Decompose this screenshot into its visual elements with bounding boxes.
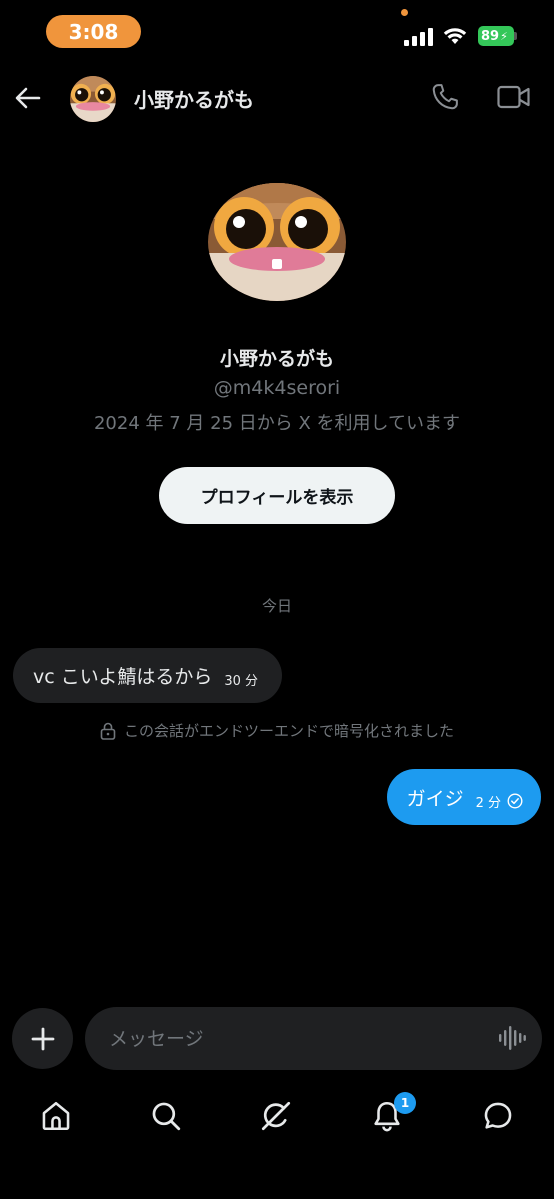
message-time: 2 分 [475,795,501,811]
message-bubble-outgoing[interactable]: ガイジ 2 分 [386,769,541,825]
nav-grok[interactable] [256,1096,296,1136]
profile-joined-date: 2024 年 7 月 25 日から X を利用しています [93,413,460,434]
back-arrow-icon[interactable] [12,82,44,114]
battery-indicator: 89 ⚡ [478,26,514,46]
battery-tip [514,32,517,40]
conversation-header: 小野かるがも [0,62,554,134]
avatar-image [208,183,346,301]
status-bar: 3:08 89 ⚡ [0,0,554,62]
charging-icon: ⚡ [500,29,508,43]
header-title[interactable]: 小野かるがも [134,84,254,113]
lock-icon [100,722,116,740]
wifi-icon [443,28,467,44]
home-icon [42,1101,70,1131]
grok-icon [261,1101,291,1131]
status-time: 3:08 [46,15,141,48]
messages-icon [484,1102,512,1129]
battery-level: 89 [481,28,500,44]
message-bubble-incoming[interactable]: vc こいよ鯖はるから 30 分 [13,648,283,703]
phone-call-icon[interactable] [430,82,460,112]
date-divider: 今日 [261,597,292,615]
profile-avatar[interactable] [208,183,346,301]
search-icon [152,1102,181,1131]
signal-icon [404,28,433,46]
encryption-notice: この会話がエンドツーエンドで暗号化されました [0,720,554,741]
nav-messages[interactable] [478,1096,518,1136]
message-time: 30 分 [224,674,259,689]
view-profile-button[interactable]: プロフィールを表示 [159,467,395,524]
plus-icon [31,1027,54,1050]
read-check-icon [507,793,523,809]
voice-message-icon[interactable] [498,1024,526,1052]
bottom-navigation: 1 [0,1082,554,1148]
encryption-notice-text: この会話がエンドツーエンドで暗号化されました [123,722,454,740]
video-call-icon[interactable] [497,84,531,110]
privacy-indicator [401,9,408,16]
notification-badge: 1 [394,1092,416,1114]
message-text: vc こいよ鯖はるから [33,666,213,688]
nav-search[interactable] [146,1096,186,1136]
message-text: ガイジ [406,787,464,810]
message-input[interactable] [85,1007,542,1070]
avatar-image [70,76,116,122]
nav-home[interactable] [36,1096,76,1136]
header-avatar[interactable] [70,76,116,122]
profile-handle: @m4k4serori [213,377,341,399]
profile-name: 小野かるがも [219,348,334,370]
add-media-button[interactable] [12,1008,73,1069]
